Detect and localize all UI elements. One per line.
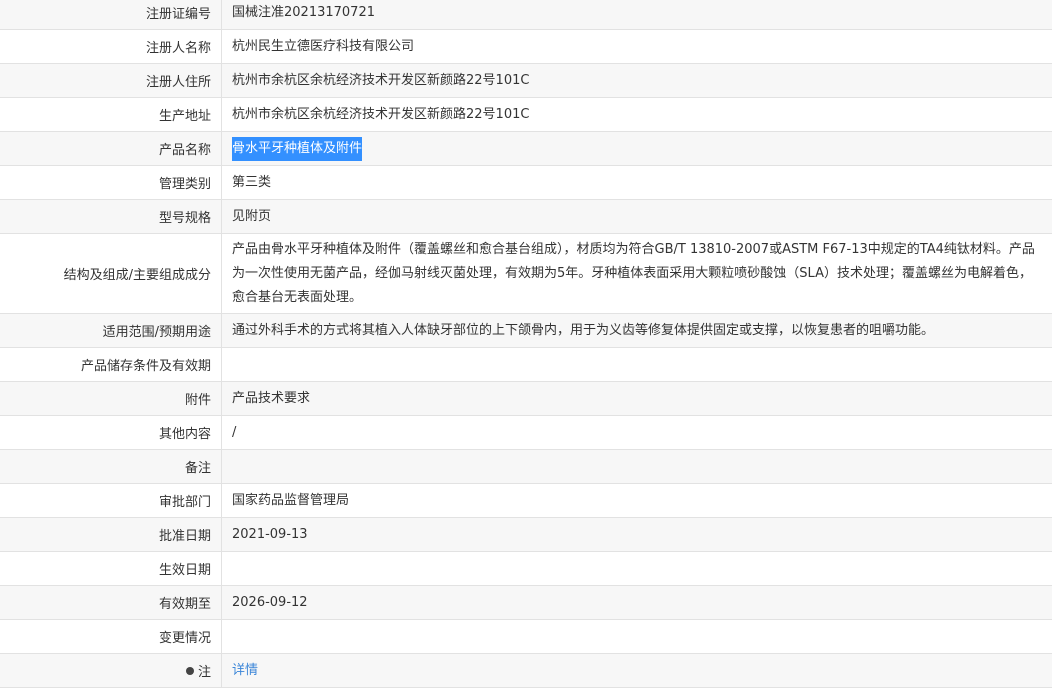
registration-detail-table: 注册证编号 国械注准20213170721 注册人名称 杭州民生立德医疗科技有限… — [0, 0, 1052, 688]
model-spec-value: 见附页 — [232, 208, 272, 224]
field-label: 生效日期 — [0, 552, 222, 585]
storage-condition-value — [222, 348, 1052, 381]
field-label: 结构及组成/主要组成成分 — [0, 234, 222, 313]
note-label: 注 — [0, 654, 222, 687]
field-label: 批准日期 — [0, 518, 222, 551]
other-content-value: / — [232, 424, 237, 440]
approval-date-value: 2021-09-13 — [232, 526, 308, 542]
field-label: 适用范围/预期用途 — [0, 314, 222, 347]
intended-use-value: 通过外科手术的方式将其植入人体缺牙部位的上下颌骨内，用于为义齿等修复体提供固定或… — [232, 322, 935, 338]
table-row: 有效期至 2026-09-12 — [0, 586, 1052, 620]
selected-text[interactable]: 骨水平牙种植体及附件 — [232, 136, 363, 161]
table-row: 批准日期 2021-09-13 — [0, 518, 1052, 552]
table-row: 其他内容 / — [0, 416, 1052, 450]
remarks-value — [222, 450, 1052, 483]
management-class-value: 第三类 — [232, 174, 272, 190]
product-name-value[interactable]: 骨水平牙种植体及附件 — [222, 132, 1052, 165]
field-label: 附件 — [0, 382, 222, 415]
field-label: 产品储存条件及有效期 — [0, 348, 222, 381]
registrant-address-value: 杭州市余杭区余杭经济技术开发区新颜路22号101C — [232, 72, 530, 88]
table-row: 适用范围/预期用途 通过外科手术的方式将其植入人体缺牙部位的上下颌骨内，用于为义… — [0, 314, 1052, 348]
structure-composition-value: 产品由骨水平牙种植体及附件（覆盖螺丝和愈合基台组成），材质均为符合GB/T 13… — [232, 241, 1035, 305]
field-label: 注册人名称 — [0, 30, 222, 63]
table-row: 管理类别 第三类 — [0, 166, 1052, 200]
table-row: 注 详情 — [0, 654, 1052, 688]
table-row: 型号规格 见附页 — [0, 200, 1052, 234]
table-row: 备注 — [0, 450, 1052, 484]
table-row: 审批部门 国家药品监督管理局 — [0, 484, 1052, 518]
table-row: 变更情况 — [0, 620, 1052, 654]
bullet-icon — [185, 666, 194, 675]
field-label: 有效期至 — [0, 586, 222, 619]
table-row: 附件 产品技术要求 — [0, 382, 1052, 416]
field-label: 审批部门 — [0, 484, 222, 517]
field-label: 注册人住所 — [0, 64, 222, 97]
details-link[interactable]: 详情 — [232, 659, 258, 683]
table-row: 产品名称 骨水平牙种植体及附件 — [0, 132, 1052, 166]
field-label: 产品名称 — [0, 132, 222, 165]
field-label: 注 — [197, 665, 211, 680]
field-label: 管理类别 — [0, 166, 222, 199]
effective-date-value — [222, 552, 1052, 585]
registrant-name-value: 杭州民生立德医疗科技有限公司 — [232, 38, 415, 54]
field-label: 型号规格 — [0, 200, 222, 233]
table-row: 注册证编号 国械注准20213170721 — [0, 0, 1052, 30]
table-row: 结构及组成/主要组成成分 产品由骨水平牙种植体及附件（覆盖螺丝和愈合基台组成），… — [0, 234, 1052, 314]
production-address-value: 杭州市余杭区余杭经济技术开发区新颜路22号101C — [232, 106, 530, 122]
table-row: 产品储存条件及有效期 — [0, 348, 1052, 382]
field-label: 注册证编号 — [0, 0, 222, 29]
valid-until-value: 2026-09-12 — [232, 594, 308, 610]
note-value: 详情 — [222, 654, 1052, 687]
field-label: 生产地址 — [0, 98, 222, 131]
registration-number-value: 国械注准20213170721 — [232, 4, 375, 20]
table-row: 注册人名称 杭州民生立德医疗科技有限公司 — [0, 30, 1052, 64]
table-row: 生产地址 杭州市余杭区余杭经济技术开发区新颜路22号101C — [0, 98, 1052, 132]
approval-department-value: 国家药品监督管理局 — [232, 492, 350, 508]
field-label: 备注 — [0, 450, 222, 483]
table-row: 注册人住所 杭州市余杭区余杭经济技术开发区新颜路22号101C — [0, 64, 1052, 98]
field-label: 变更情况 — [0, 620, 222, 653]
field-label: 其他内容 — [0, 416, 222, 449]
attachment-value: 产品技术要求 — [232, 390, 311, 406]
change-status-value — [222, 620, 1052, 653]
table-row: 生效日期 — [0, 552, 1052, 586]
